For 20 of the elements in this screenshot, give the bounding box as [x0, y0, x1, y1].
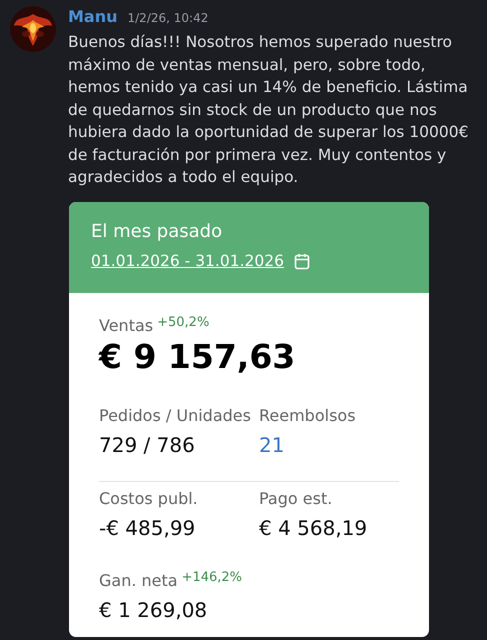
metric-value: -€ 485,99 — [99, 514, 196, 542]
message-text: Buenos días!!! Nosotros hemos superado nuestro máximo de ventas mensual, pero, sobre todo, hemos tenido ya casi un 14% de beneficio. Lástima de quedarnos sin stock de un producto que nos hubiera dado la oportunidad de superar los 10000€ de facturación por primera vez. Muy contentos y agradecidos a todo el equipo. — [68, 32, 470, 188]
metric-label: Pago est. — [259, 488, 332, 510]
metric-value: € 4 568,19 — [259, 514, 368, 542]
metric-value: € 1 269,08 — [99, 596, 208, 624]
metric-value: 729 / 786 — [99, 432, 195, 459]
metric-value: € 9 157,63 — [99, 336, 296, 377]
author-name[interactable]: Manu — [68, 5, 118, 29]
metric-label: Costos publ. — [99, 488, 198, 510]
metric-value[interactable]: 21 — [259, 430, 284, 459]
change-percent: +50,2% — [157, 314, 210, 331]
metric-label: Gan. neta — [99, 570, 178, 592]
metric-label: Reembolsos — [259, 404, 356, 427]
timestamp: 1/2/26, 10:42 — [128, 10, 208, 27]
metric-label: Pedidos / Unidades — [99, 404, 251, 427]
metric-label: Ventas — [99, 314, 154, 337]
card-title: El mes pasado — [91, 220, 224, 244]
date-range-link[interactable]: 01.01.2026 - 31.01.2026 — [91, 250, 284, 273]
calendar-icon[interactable] — [294, 252, 310, 270]
change-percent: +146,2% — [182, 570, 242, 586]
